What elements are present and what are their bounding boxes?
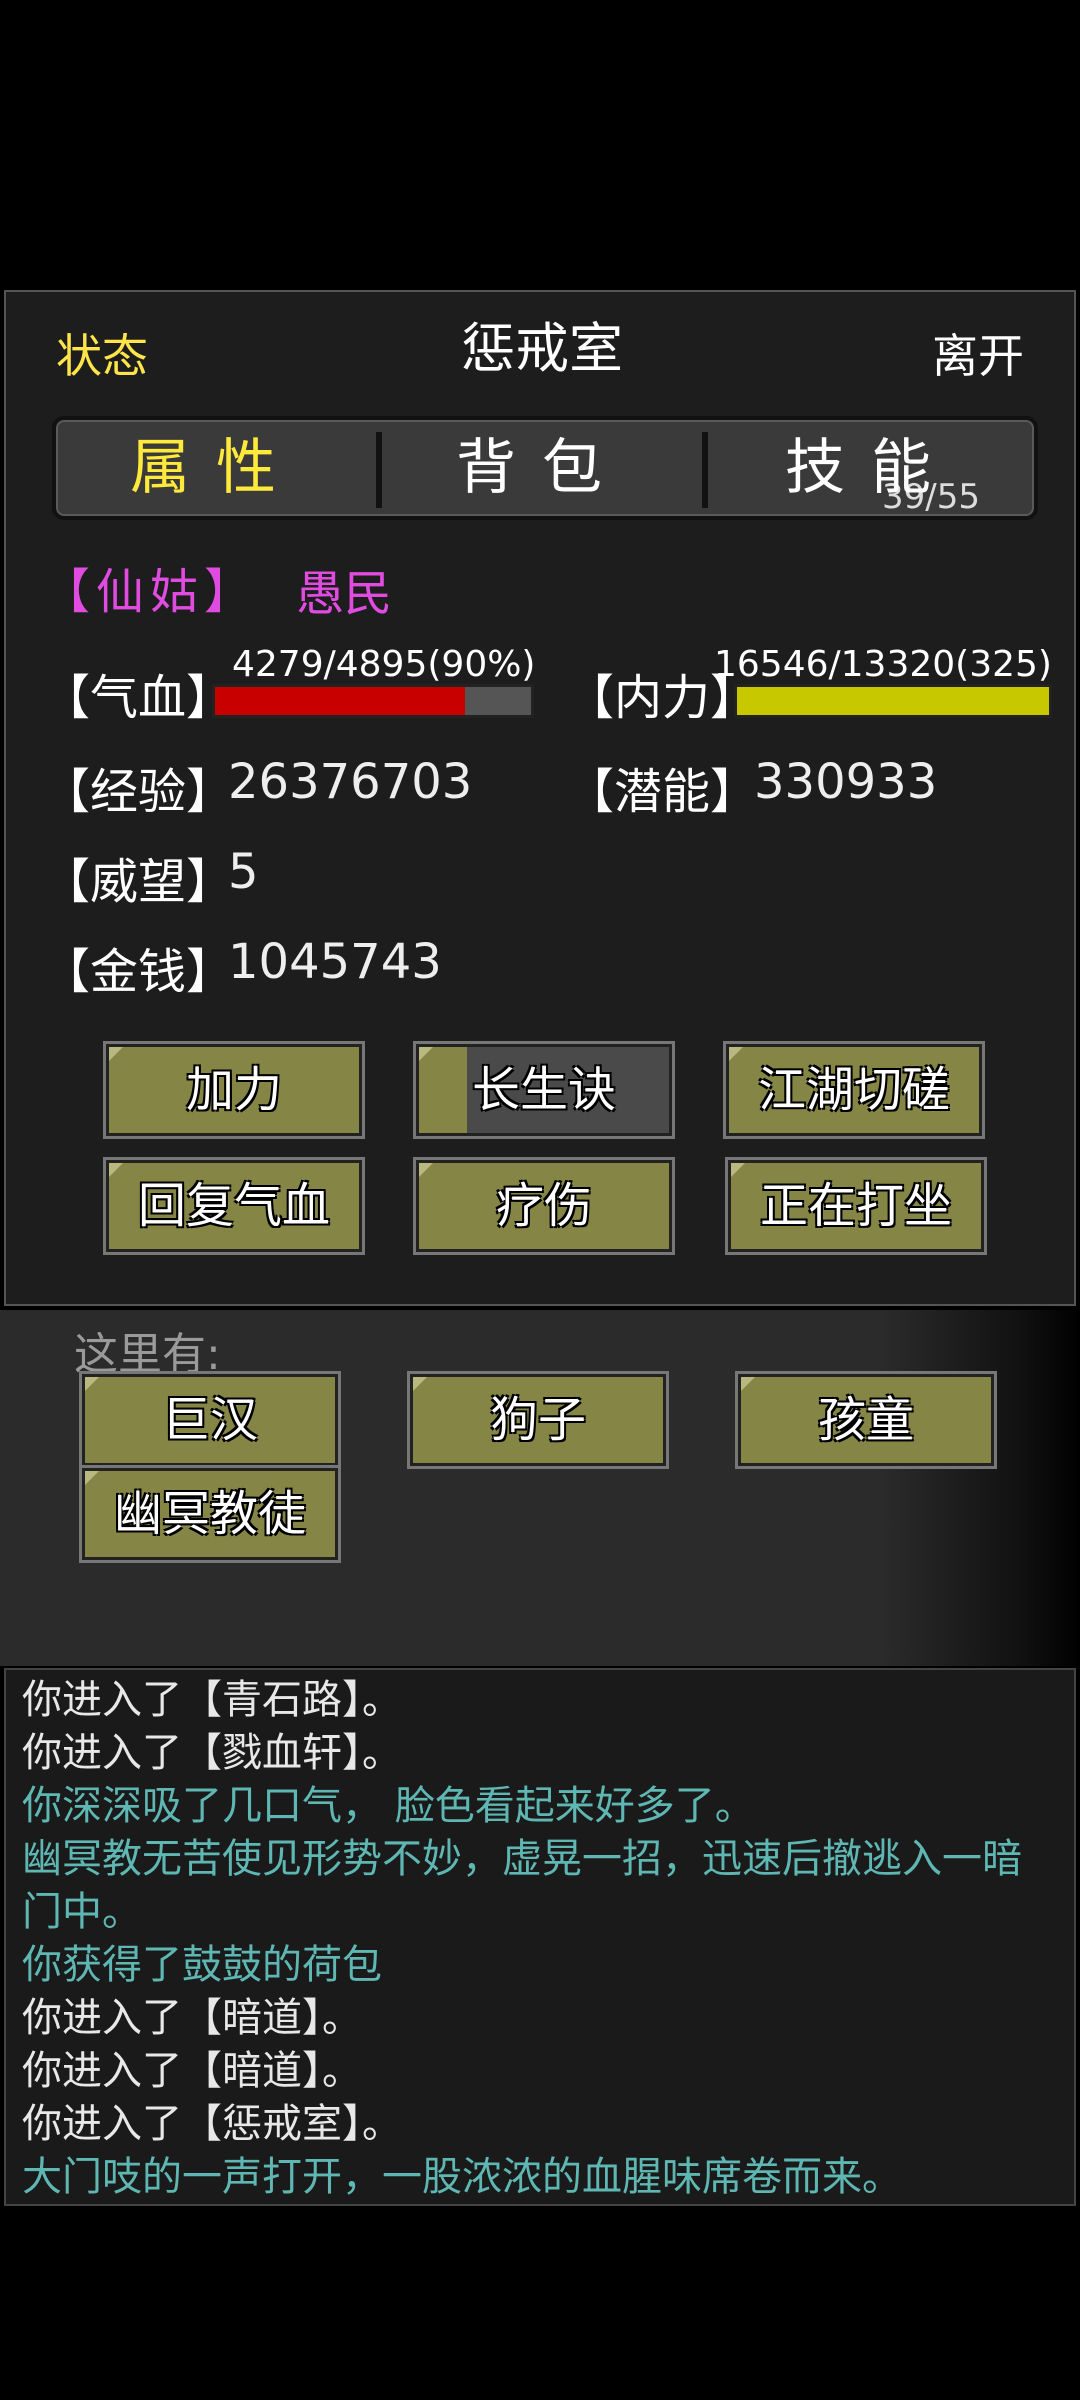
status-panel: 状态 惩戒室 离开 属性 背包 39/55 技能 【仙姑】 愚民 【气血】 427… [4,290,1076,1306]
character-rank: 愚民 [296,566,393,622]
npc-button[interactable]: 巨汉 [82,1374,338,1466]
scene-area: 这里有: 巨汉 狗子 孩童 幽冥教徒 [0,1310,1080,1666]
log-line: 你进入了【暗道】。 [22,1995,362,2041]
leave-button[interactable]: 离开 [932,320,1024,386]
log-line: 你进入了【暗道】。 [22,2048,362,2094]
exp-value: 26376703 [228,754,473,810]
npc-label: 巨汉 [161,1392,258,1448]
money-label: 【金钱】 [42,944,235,1000]
mp-text: 16546/13320(325) [714,644,1052,685]
log-line: 你进入了【青石路】。 [22,1677,402,1723]
changsheng-button[interactable]: 长生诀 [416,1044,672,1136]
mp-bar-fill [737,687,1049,715]
log-line: 幽冥教无苦使见形势不妙，虚晃一招，迅速后撤逃入一暗门中。 [22,1836,1022,1935]
potential-value: 330933 [754,754,938,810]
jiali-button[interactable]: 加力 [106,1044,362,1136]
hp-bar-fill [215,687,465,715]
spar-button[interactable]: 江湖切磋 [726,1044,982,1136]
treat-button[interactable]: 疗伤 [416,1160,672,1252]
potential-label: 【潜能】 [566,764,759,820]
tab-bar: 属性 背包 39/55 技能 [52,416,1038,520]
npc-button[interactable]: 孩童 [738,1374,994,1466]
prestige-label: 【威望】 [42,854,235,910]
npc-button[interactable]: 狗子 [410,1374,666,1466]
meditate-button[interactable]: 正在打坐 [728,1160,984,1252]
character-title: 【仙姑】 [42,564,259,620]
tab-skills[interactable]: 技能 [708,420,1034,516]
hp-label: 【气血】 [42,670,235,726]
npc-label: 幽冥教徒 [113,1486,306,1542]
prestige-value: 5 [228,844,259,900]
hp-text: 4279/4895(90%) [232,644,536,685]
spar-label: 江湖切磋 [757,1062,950,1118]
log-line: 大门吱的一声打开，一股浓浓的血腥味席卷而来。 [22,2154,902,2200]
money-value: 1045743 [228,934,442,990]
hp-bar [212,684,534,718]
npc-label: 狗子 [489,1392,586,1448]
meditate-label: 正在打坐 [759,1178,952,1234]
log-line: 你深深吸了几口气， 脸色看起来好多了。 [22,1783,755,1829]
npc-button[interactable]: 幽冥教徒 [82,1468,338,1560]
jiali-label: 加力 [185,1062,282,1118]
tab-attributes[interactable]: 属性 [56,420,376,516]
changsheng-label: 长生诀 [471,1062,616,1118]
here-label: 这里有: [74,1329,221,1380]
log-line: 你获得了鼓鼓的荷包 [22,1942,382,1988]
log-line: 你进入了【戮血轩】。 [22,1730,402,1776]
mp-bar [734,684,1052,718]
heal-hp-label: 回复气血 [137,1178,330,1234]
exp-label: 【经验】 [42,764,235,820]
npc-label: 孩童 [817,1392,914,1448]
room-title: 惩戒室 [461,317,623,380]
message-log: 你进入了【青石路】。 你进入了【戮血轩】。你深深吸了几口气， 脸色看起来好多了。幽… [4,1668,1076,2206]
heal-hp-button[interactable]: 回复气血 [106,1160,362,1252]
tab-bag[interactable]: 背包 39/55 [382,420,980,516]
log-line: 你进入了【惩戒室】。 [22,2101,402,2147]
tab-bag-label: 背包 [456,433,628,503]
treat-label: 疗伤 [495,1178,592,1234]
